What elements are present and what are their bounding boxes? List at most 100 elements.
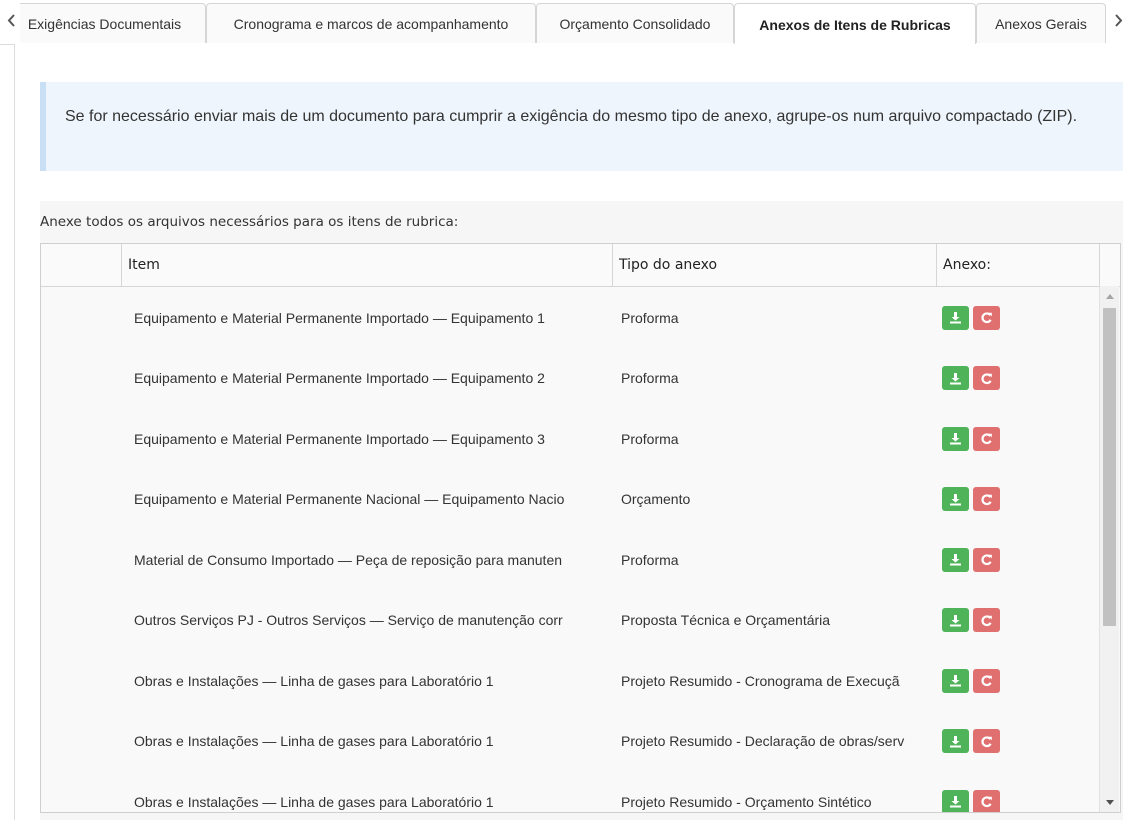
reset-attachment-button[interactable]	[973, 608, 1000, 632]
tab-label: Exigências Documentais	[27, 15, 182, 32]
tab-label: Orçamento Consolidado	[559, 15, 711, 32]
section-title: Anexe todos os arquivos necessários para…	[40, 214, 459, 230]
download-icon	[950, 312, 961, 324]
download-icon	[950, 493, 961, 505]
download-icon	[950, 433, 961, 445]
row-tipo-anexo: Projeto Resumido - Declaração de obras/s…	[621, 733, 905, 749]
row-anexo-actions	[942, 771, 1062, 812]
row-tipo-anexo: Orçamento	[621, 491, 691, 507]
rubric-attachments-section: Anexe todos os arquivos necessários para…	[40, 201, 1123, 820]
reset-attachment-button[interactable]	[973, 305, 1000, 330]
tab-exigencias-documentais[interactable]: Exigências Documentais	[20, 3, 206, 43]
table-row: Obras e Instalações — Linha de gases par…	[41, 650, 1099, 711]
info-alert: Se for necessário enviar mais de um docu…	[40, 82, 1123, 171]
upload-attachment-button[interactable]	[942, 668, 969, 693]
row-tipo-anexo: Proposta Técnica e Orçamentária	[621, 612, 831, 628]
refresh-remove-icon	[981, 493, 992, 505]
reset-attachment-button[interactable]	[973, 729, 1000, 753]
tabs-scroll-right-button[interactable]	[1111, 6, 1123, 34]
download-icon	[950, 372, 961, 384]
row-tipo-anexo: Proforma	[621, 309, 679, 326]
table-row: Material de Consumo Importado — Peça de …	[41, 529, 1099, 590]
refresh-remove-icon	[981, 614, 992, 626]
tab-label: Anexos de Itens de Rubricas	[759, 16, 951, 33]
attachments-grid: Item Tipo do anexo Anexo: Equipamento e …	[40, 243, 1121, 813]
header-tipo[interactable]: Tipo do anexo	[612, 244, 936, 286]
row-tipo-anexo: Projeto Resumido - Orçamento Sintético	[621, 793, 872, 810]
info-alert-text: Se for necessário enviar mais de um docu…	[65, 108, 1078, 125]
header-anexo-label: Anexo:	[943, 257, 991, 273]
header-item-label: Item	[128, 257, 160, 273]
row-tipo-anexo: Proforma	[621, 551, 679, 568]
reset-attachment-button[interactable]	[973, 668, 1000, 693]
refresh-remove-icon	[981, 796, 992, 808]
header-tipo-label: Tipo do anexo	[619, 257, 718, 273]
table-row: Equipamento e Material Permanente Import…	[41, 348, 1099, 409]
download-icon	[950, 614, 961, 626]
scroll-thumb[interactable]	[1103, 308, 1116, 626]
row-anexo-actions	[942, 287, 1062, 348]
download-icon	[950, 675, 961, 687]
tab-content: Se for necessário enviar mais de um docu…	[14, 44, 1123, 820]
tab-anexos-itens-rubricas[interactable]: Anexos de Itens de Rubricas	[734, 3, 976, 45]
refresh-remove-icon	[981, 554, 992, 566]
row-item: Material de Consumo Importado — Peça de …	[134, 551, 563, 568]
upload-attachment-button[interactable]	[942, 729, 969, 753]
refresh-remove-icon	[981, 735, 992, 747]
chevron-right-icon	[1114, 13, 1122, 27]
row-item: Obras e Instalações — Linha de gases par…	[134, 672, 494, 689]
tabs-scroll-left-button[interactable]	[4, 6, 18, 34]
scroll-up-button[interactable]	[1100, 288, 1119, 304]
row-anexo-actions	[942, 650, 1062, 711]
reset-attachment-button[interactable]	[973, 487, 1000, 511]
reset-attachment-button[interactable]	[973, 789, 1000, 812]
row-anexo-actions	[942, 529, 1062, 590]
table-row: Equipamento e Material Permanente Import…	[41, 408, 1099, 469]
tab-cronograma[interactable]: Cronograma e marcos de acompanhamento	[206, 3, 536, 43]
row-tipo-anexo: Proforma	[621, 370, 679, 386]
tab-orcamento-consolidado[interactable]: Orçamento Consolidado	[536, 3, 734, 43]
row-tipo-anexo: Proforma	[621, 430, 679, 447]
row-anexo-actions	[942, 348, 1062, 409]
header-blank	[41, 244, 127, 286]
row-item: Equipamento e Material Permanente Import…	[134, 309, 545, 326]
refresh-remove-icon	[981, 433, 992, 445]
tab-anexos-gerais[interactable]: Anexos Gerais	[976, 3, 1106, 43]
grid-header: Item Tipo do anexo Anexo:	[41, 244, 1120, 287]
upload-attachment-button[interactable]	[942, 547, 969, 572]
upload-attachment-button[interactable]	[942, 366, 969, 390]
row-anexo-actions	[942, 590, 1062, 651]
table-row: Outros Serviços PJ - Outros Serviços — S…	[41, 590, 1099, 651]
tab-label: Cronograma e marcos de acompanhamento	[233, 15, 509, 32]
upload-attachment-button[interactable]	[942, 487, 969, 511]
download-icon	[950, 796, 961, 808]
row-tipo-anexo: Projeto Resumido - Cronograma de Execuçã	[621, 672, 900, 689]
row-item: Equipamento e Material Permanente Import…	[134, 430, 545, 447]
reset-attachment-button[interactable]	[973, 366, 1000, 390]
grid-scrollbar[interactable]	[1099, 286, 1119, 812]
reset-attachment-button[interactable]	[973, 547, 1000, 572]
triangle-down-icon	[1105, 799, 1114, 805]
table-row: Obras e Instalações — Linha de gases par…	[41, 711, 1099, 772]
row-anexo-actions	[942, 408, 1062, 469]
row-item: Obras e Instalações — Linha de gases par…	[134, 793, 494, 810]
upload-attachment-button[interactable]	[942, 789, 969, 812]
reset-attachment-button[interactable]	[973, 426, 1000, 451]
upload-attachment-button[interactable]	[942, 426, 969, 451]
download-icon	[950, 554, 961, 566]
scroll-down-button[interactable]	[1100, 794, 1119, 810]
table-row: Obras e Instalações — Linha de gases par…	[41, 771, 1099, 812]
header-item[interactable]: Item	[121, 244, 612, 286]
refresh-remove-icon	[981, 312, 992, 324]
header-anexo[interactable]: Anexo:	[936, 244, 1099, 286]
row-item: Obras e Instalações — Linha de gases par…	[134, 733, 494, 749]
upload-attachment-button[interactable]	[942, 305, 969, 330]
table-row: Equipamento e Material Permanente Nacion…	[41, 469, 1099, 530]
chevron-left-icon	[7, 13, 15, 27]
tabs-viewport: Exigências Documentais Cronograma e marc…	[20, 0, 1111, 45]
download-icon	[950, 735, 961, 747]
table-row: Equipamento e Material Permanente Import…	[41, 287, 1099, 348]
upload-attachment-button[interactable]	[942, 608, 969, 632]
row-anexo-actions	[942, 469, 1062, 530]
grid-body: Equipamento e Material Permanente Import…	[41, 286, 1120, 812]
